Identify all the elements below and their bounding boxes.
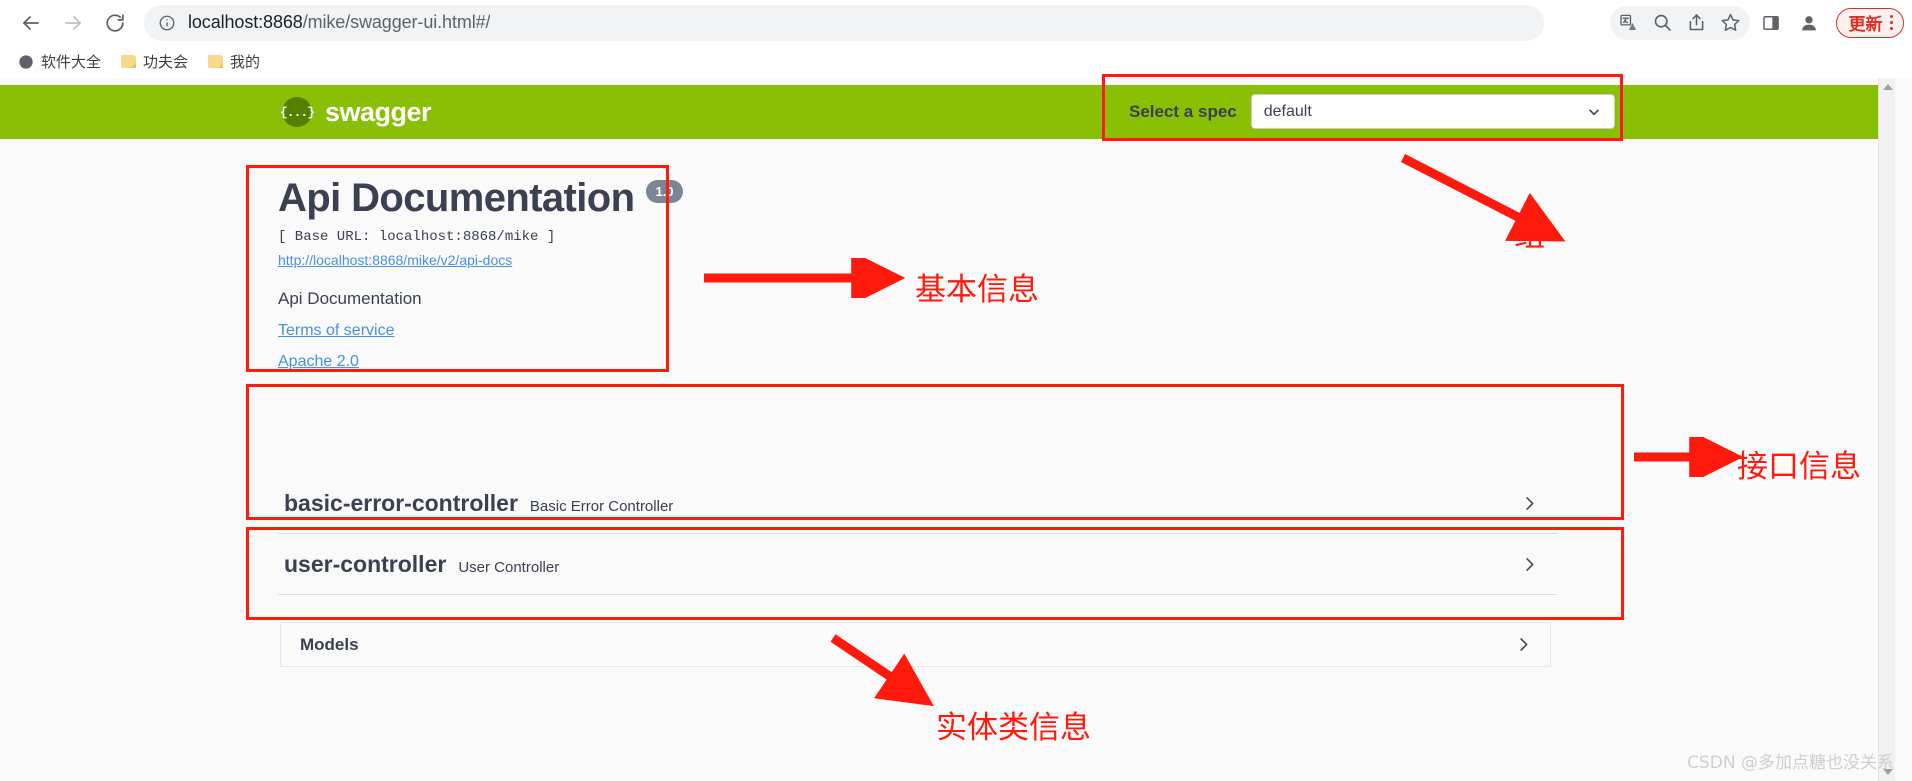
- chevron-right-icon[interactable]: [1520, 494, 1539, 513]
- swagger-braces-icon: {...}: [280, 97, 315, 127]
- update-button-label: 更新: [1848, 15, 1883, 34]
- update-browser-button[interactable]: 更新: [1835, 7, 1904, 38]
- bookmark-label-2: 我的: [230, 54, 261, 71]
- bookmark-star-icon[interactable]: [1714, 6, 1748, 40]
- bookmark-label-0: 软件大全: [41, 54, 102, 71]
- side-panel-icon[interactable]: [1754, 6, 1788, 40]
- browser-chrome: localhost:8868/mike/swagger-ui.html#/ 更新…: [0, 0, 1912, 78]
- page-viewport: {...} swagger Select a spec default Api …: [0, 78, 1912, 781]
- bookmark-item-0[interactable]: 软件大全: [10, 48, 109, 75]
- swagger-logo-text: swagger: [325, 96, 432, 127]
- spec-selector: Select a spec default: [1129, 94, 1615, 129]
- api-base-url: [ Base URL: localhost:8868/mike ]: [278, 229, 556, 245]
- spec-select-dropdown[interactable]: default: [1250, 94, 1615, 129]
- tag-row-basic-error-controller[interactable]: basic-error-controller Basic Error Contr…: [278, 473, 1557, 534]
- api-version-badge: 1.0: [646, 179, 683, 203]
- browser-nav-bar: localhost:8868/mike/swagger-ui.html#/ 更新: [0, 0, 1912, 45]
- vertical-scrollbar[interactable]: [1878, 78, 1895, 781]
- browser-toolbar-right: 更新: [1609, 0, 1904, 45]
- chevron-down-icon: [1586, 104, 1602, 120]
- swagger-logo[interactable]: {...} swagger: [280, 96, 432, 128]
- tag-row-user-controller[interactable]: user-controller User Controller: [278, 534, 1557, 595]
- spec-select-value: default: [1263, 102, 1312, 120]
- api-info-block: Api Documentation 1.0 [ Base URL: localh…: [278, 178, 683, 371]
- tag-description-1: User Controller: [458, 558, 560, 576]
- annotation-label-basic-info: 基本信息: [915, 272, 1039, 308]
- bookmark-item-2[interactable]: 我的: [200, 48, 268, 75]
- zoom-out-icon[interactable]: [1646, 6, 1680, 40]
- bookmark-label-1: 功夫会: [143, 54, 189, 71]
- forward-button[interactable]: [52, 2, 94, 44]
- tag-list: basic-error-controller Basic Error Contr…: [278, 473, 1557, 595]
- api-description: Api Documentation: [278, 289, 422, 308]
- annotation-label-entity-info: 实体类信息: [936, 710, 1091, 746]
- page-title: Api Documentation: [278, 176, 635, 220]
- back-button[interactable]: [10, 2, 52, 44]
- annotation-label-group: 组: [1514, 218, 1545, 254]
- chevron-right-icon[interactable]: [1520, 555, 1539, 574]
- tag-name-0: basic-error-controller: [284, 489, 518, 516]
- api-title-row: Api Documentation 1.0: [278, 178, 683, 218]
- share-icon[interactable]: [1680, 6, 1714, 40]
- chevron-right-icon[interactable]: [1514, 635, 1533, 654]
- models-section[interactable]: Models: [280, 622, 1551, 667]
- api-docs-link[interactable]: http://localhost:8868/mike/v2/api-docs: [278, 252, 512, 268]
- models-title: Models: [300, 634, 359, 654]
- profile-avatar-icon[interactable]: [1792, 6, 1826, 40]
- tag-description-0: Basic Error Controller: [529, 497, 674, 515]
- site-info-icon[interactable]: [158, 14, 176, 32]
- license-link[interactable]: Apache 2.0: [278, 353, 378, 371]
- folder-icon: [121, 55, 137, 68]
- csdn-watermark: CSDN @多加点糖也没关系: [1687, 753, 1894, 773]
- swagger-ui-page: {...} swagger Select a spec default Api …: [0, 78, 1895, 781]
- tag-left-1: user-controller User Controller: [284, 551, 559, 578]
- tag-left-0: basic-error-controller Basic Error Contr…: [284, 490, 673, 517]
- reload-button[interactable]: [94, 2, 136, 44]
- globe-icon: [18, 54, 34, 70]
- url-text: localhost:8868/mike/swagger-ui.html#/: [188, 12, 490, 33]
- translate-icon[interactable]: [1612, 6, 1646, 40]
- url-host: localhost:8868: [188, 12, 303, 32]
- address-bar[interactable]: localhost:8868/mike/swagger-ui.html#/: [144, 4, 1544, 41]
- tag-name-1: user-controller: [284, 550, 447, 577]
- scrollbar-up-arrow-icon[interactable]: [1883, 84, 1893, 90]
- spec-selector-label: Select a spec: [1129, 101, 1237, 121]
- url-path: /mike/swagger-ui.html#/: [302, 12, 491, 32]
- annotation-label-api-info: 接口信息: [1737, 449, 1861, 485]
- bookmark-item-1[interactable]: 功夫会: [113, 48, 196, 75]
- three-dots-vertical-icon[interactable]: [1889, 14, 1893, 31]
- bookmarks-bar: 软件大全 功夫会 我的: [0, 45, 1912, 78]
- terms-of-service-link[interactable]: Terms of service: [278, 322, 394, 340]
- folder-icon: [208, 55, 224, 68]
- toolbar-icon-group: [1609, 5, 1750, 40]
- swagger-topbar: {...} swagger Select a spec default: [0, 85, 1895, 139]
